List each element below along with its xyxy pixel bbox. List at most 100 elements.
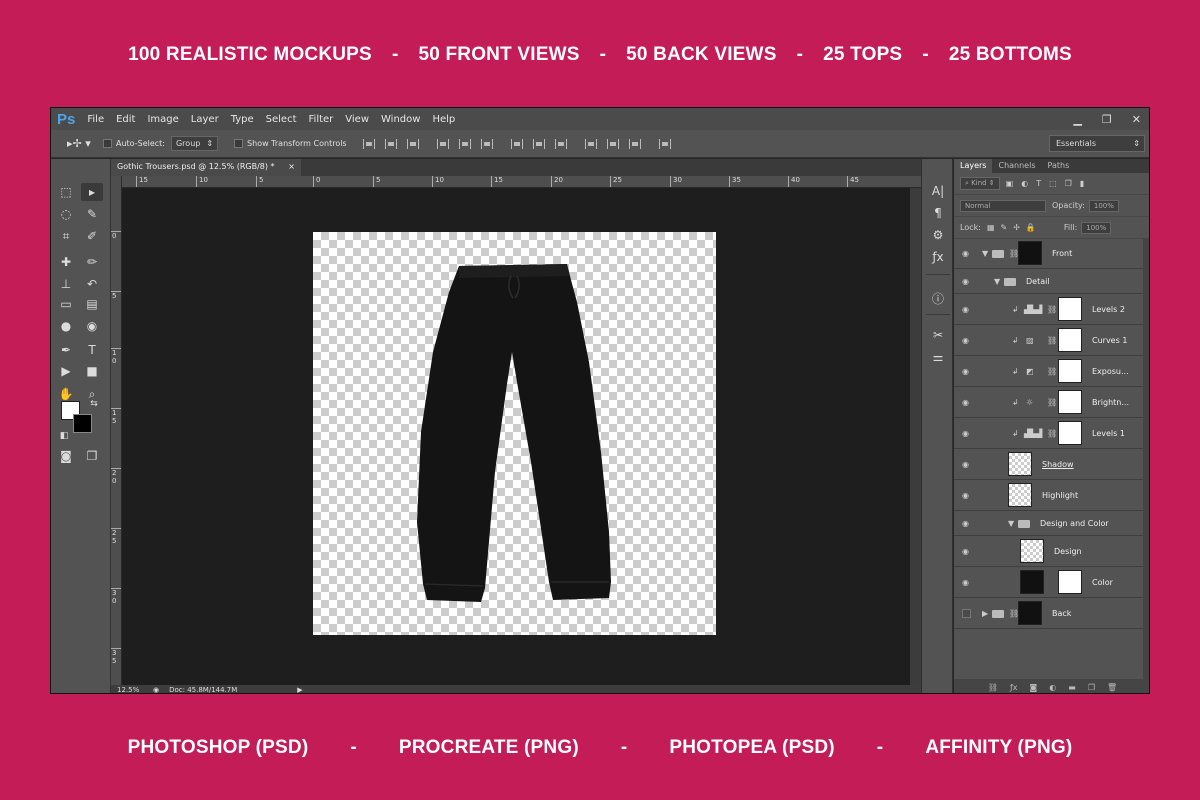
dodge-tool-icon[interactable]: ◉ [81, 317, 103, 335]
visibility-eye-icon[interactable]: ◉ [962, 578, 972, 587]
lock-all-icon[interactable]: 🔒 [1026, 223, 1036, 232]
align-middle-icon[interactable] [384, 138, 397, 149]
move-tool-icon[interactable]: ▸✢ ▾ [67, 137, 95, 150]
distribute-middle-icon[interactable] [532, 138, 545, 149]
styles-panel-icon[interactable]: ƒx [930, 249, 946, 265]
quick-mask-icon[interactable]: ◙ [55, 447, 77, 465]
document-tab[interactable]: Gothic Trousers.psd @ 12.5% (RGB/8) * × [111, 159, 301, 176]
layer-row-shadow[interactable]: ◉ Shadow [954, 449, 1143, 480]
auto-select-checkbox[interactable] [103, 139, 112, 148]
distribute-left-icon[interactable] [584, 138, 597, 149]
minimize-icon[interactable]: ▁ [1073, 113, 1081, 126]
menu-layer[interactable]: Layer [191, 114, 219, 125]
paragraph-panel-icon[interactable]: ¶ [930, 205, 946, 221]
marquee-tool-icon[interactable]: ⬚ [55, 183, 77, 201]
vertical-scrollbar[interactable] [910, 188, 921, 685]
filter-shape-icon[interactable]: ⬚ [1049, 179, 1057, 188]
blur-tool-icon[interactable]: ● [55, 317, 77, 335]
layer-row-levels-2[interactable]: ◉ ↲ ▟▙▟ ⛓ Levels 2 [954, 294, 1143, 325]
clone-stamp-icon[interactable]: ⊥ [55, 275, 77, 293]
visibility-eye-icon[interactable]: ◉ [962, 336, 972, 345]
close-tab-icon[interactable]: × [288, 162, 295, 171]
layer-row-design-and-color[interactable]: ◉ ▼ Design and Color [954, 511, 1143, 536]
visibility-eye-icon[interactable]: ◉ [962, 277, 972, 286]
align-bottom-icon[interactable] [406, 138, 419, 149]
kind-filter-select[interactable]: ⌕ Kind ⇕ [960, 177, 1000, 190]
default-colors-icon[interactable]: ◧ [53, 427, 75, 445]
background-color-swatch[interactable] [73, 414, 92, 433]
workspace-select[interactable]: Essentials ⇕ [1049, 135, 1145, 152]
menu-view[interactable]: View [345, 114, 369, 125]
crop-tool-icon[interactable]: ⌗ [55, 227, 77, 245]
visibility-eye-icon[interactable]: ◉ [962, 398, 972, 407]
visibility-eye-icon[interactable]: ◉ [962, 491, 972, 500]
close-icon[interactable]: ✕ [1132, 113, 1141, 126]
layer-row-front[interactable]: ◉ ▼ ⛓ Front [954, 238, 1143, 269]
lock-position-icon[interactable]: ✢ [1013, 223, 1020, 232]
move-tool-icon[interactable]: ▸ [81, 183, 103, 201]
delete-layer-icon[interactable]: 🗑 [1107, 683, 1117, 692]
tab-paths[interactable]: Paths [1042, 159, 1076, 173]
eyedropper-tool-icon[interactable]: ✐ [81, 227, 103, 245]
auto-select-option[interactable]: Auto-Select: Group ⇕ [103, 136, 219, 151]
restore-icon[interactable]: ❐ [1102, 113, 1112, 126]
menu-type[interactable]: Type [231, 114, 254, 125]
path-select-icon[interactable]: ▶ [55, 362, 77, 380]
tab-channels[interactable]: Channels [992, 159, 1041, 173]
layer-row-exposure[interactable]: ◉ ↲ ◩ ⛓ Exposu... [954, 356, 1143, 387]
add-mask-icon[interactable]: ◙ [1030, 683, 1038, 692]
new-group-icon[interactable]: ▬ [1068, 683, 1076, 692]
adjustments-panel-icon[interactable]: ⚌ [930, 349, 946, 365]
align-center-icon[interactable] [458, 138, 471, 149]
visibility-eye-icon[interactable]: ◉ [962, 367, 972, 376]
filter-type-icon[interactable]: T [1036, 179, 1041, 188]
expand-arrow-icon[interactable]: ▼ [1008, 519, 1014, 528]
filter-adjustment-icon[interactable]: ◐ [1021, 179, 1028, 188]
layer-row-detail[interactable]: ◉ ▼ Detail [954, 269, 1143, 294]
menu-edit[interactable]: Edit [116, 114, 135, 125]
zoom-level[interactable]: 12.5% [117, 686, 153, 693]
fill-field[interactable]: 100% [1081, 221, 1112, 234]
align-left-icon[interactable] [436, 138, 449, 149]
align-right-icon[interactable] [480, 138, 493, 149]
layer-row-back[interactable]: ▶ ⛓ Back [954, 598, 1143, 629]
swap-colors-icon[interactable]: ⇆ [83, 395, 105, 413]
history-brush-icon[interactable]: ↶ [81, 275, 103, 293]
info-panel-icon[interactable]: ⓘ [930, 291, 946, 307]
menu-window[interactable]: Window [381, 114, 420, 125]
eraser-tool-icon[interactable]: ▭ [55, 295, 77, 313]
layer-row-color[interactable]: ◉ Color [954, 567, 1143, 598]
visibility-eye-icon[interactable]: ◉ [962, 429, 972, 438]
show-transform-checkbox[interactable] [234, 139, 244, 148]
opacity-field[interactable]: 100% [1088, 199, 1119, 212]
screen-mode-icon[interactable]: ❐ [81, 447, 103, 465]
distribute-right-icon[interactable] [628, 138, 641, 149]
glyph-panel-icon[interactable]: ⚙ [930, 227, 946, 243]
expand-arrow-icon[interactable]: ▶ [982, 609, 988, 618]
expand-arrow-icon[interactable]: ▼ [994, 277, 1000, 286]
layer-row-curves-1[interactable]: ◉ ↲ ▨ ⛓ Curves 1 [954, 325, 1143, 356]
layer-row-design[interactable]: ◉ Design [954, 536, 1143, 567]
visibility-eye-icon[interactable]: ◉ [962, 519, 972, 528]
filter-toggle-icon[interactable]: ▮ [1080, 179, 1084, 188]
distribute-bottom-icon[interactable] [554, 138, 567, 149]
canvas-area[interactable] [122, 188, 910, 685]
lock-transparent-icon[interactable]: ▦ [987, 223, 995, 232]
layer-row-brightness[interactable]: ◉ ↲ ☼ ⛓ Brightn... [954, 387, 1143, 418]
visibility-box[interactable] [962, 608, 971, 618]
menu-filter[interactable]: Filter [309, 114, 334, 125]
layer-style-icon[interactable]: ƒx [1010, 683, 1018, 692]
group-select[interactable]: Group ⇕ [170, 136, 219, 151]
new-adjustment-icon[interactable]: ◐ [1049, 683, 1056, 692]
gradient-tool-icon[interactable]: ▤ [81, 295, 103, 313]
distribute-center-icon[interactable] [606, 138, 619, 149]
visibility-eye-icon[interactable]: ◉ [962, 249, 972, 258]
timeline-icon[interactable]: ◉ [153, 686, 159, 693]
tab-layers[interactable]: Layers [954, 159, 993, 173]
menu-help[interactable]: Help [432, 114, 455, 125]
blend-mode-select[interactable]: Normal [960, 199, 1046, 212]
menu-select[interactable]: Select [266, 114, 297, 125]
lock-pixels-icon[interactable]: ✎ [1001, 223, 1008, 232]
healing-brush-icon[interactable]: ✚ [55, 253, 77, 271]
align-top-icon[interactable] [362, 138, 375, 149]
